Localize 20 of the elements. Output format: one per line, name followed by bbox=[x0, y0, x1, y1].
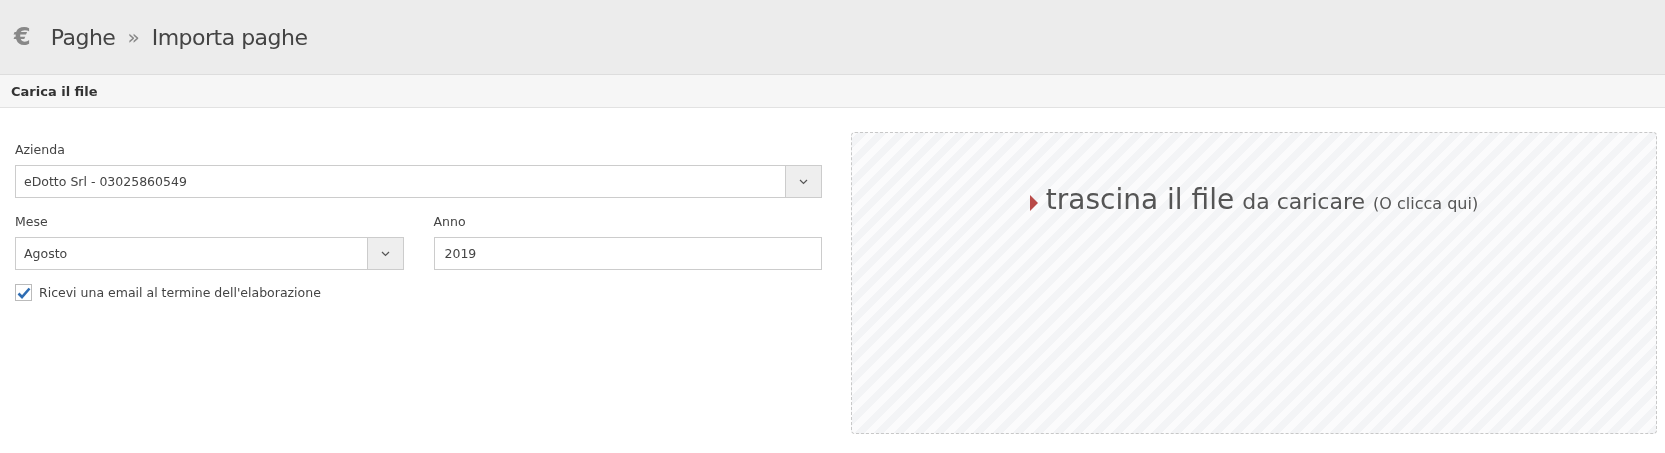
chevron-down-icon bbox=[799, 178, 808, 185]
checkbox[interactable] bbox=[15, 284, 32, 301]
field-label: Azienda bbox=[15, 142, 66, 157]
dropzone-hint: (O clicca qui) bbox=[1373, 194, 1479, 213]
breadcrumb-separator: » bbox=[127, 25, 140, 49]
month-select[interactable]: Agosto bbox=[15, 237, 404, 270]
dropzone-subtitle: da caricare bbox=[1242, 189, 1366, 214]
triangle-right-icon bbox=[1029, 195, 1038, 211]
breadcrumb-icon: € bbox=[14, 23, 31, 51]
file-dropzone[interactable]: trascina il file da caricare (O clicca qui) bbox=[851, 132, 1657, 434]
company-select[interactable]: eDotto Srl - 03025860549 bbox=[15, 165, 822, 198]
breadcrumb-item[interactable]: Paghe bbox=[50, 24, 116, 50]
chevron-down-icon bbox=[380, 250, 390, 257]
field-label: Mese bbox=[15, 214, 49, 229]
dropzone-title: trascina il file bbox=[1045, 183, 1235, 216]
year-input[interactable]: 2019 bbox=[433, 237, 822, 270]
checkbox-label: Ricevi una email al termine dell'elaborazione bbox=[39, 285, 321, 300]
breadcrumb-item: Importa paghe bbox=[151, 24, 308, 50]
field-label: Anno bbox=[433, 214, 467, 229]
panel-title: Carica il file bbox=[11, 83, 98, 99]
